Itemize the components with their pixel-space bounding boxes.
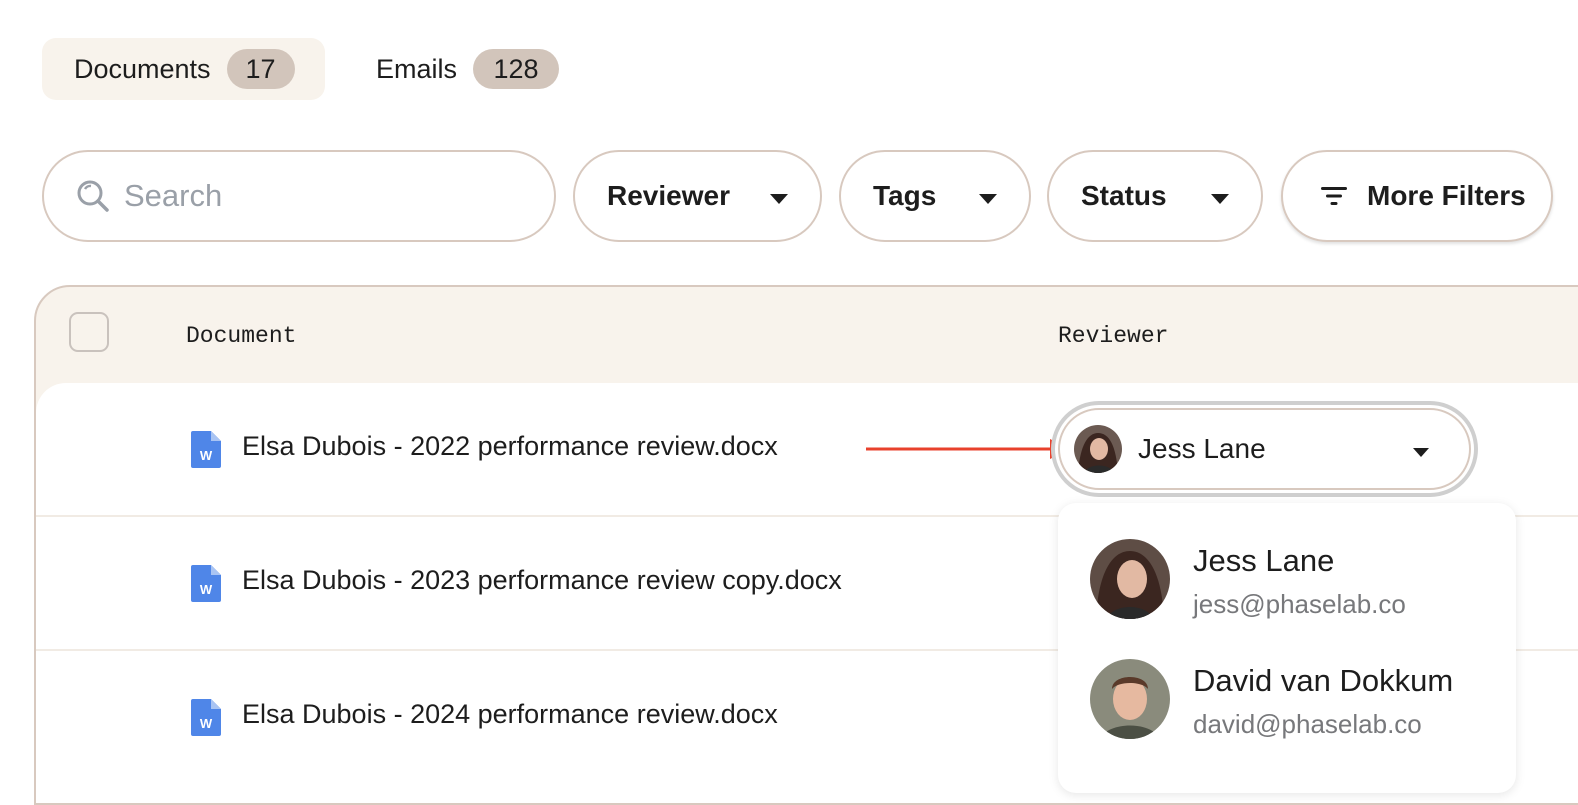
selected-reviewer-name: Jess Lane [1138, 433, 1266, 464]
chevron-down-icon [1413, 448, 1429, 457]
search-placeholder: Search [124, 178, 223, 213]
reviewer-dropdown-menu: Jess Lane jess@phaselab.co David van Dok… [1058, 503, 1516, 793]
svg-text:W: W [200, 716, 213, 731]
tab-emails-label: Emails [376, 53, 458, 84]
document-name[interactable]: Elsa Dubois - 2024 performance review.do… [242, 699, 778, 730]
avatar [1090, 659, 1170, 739]
annotation-arrow [866, 439, 1070, 459]
avatar [1074, 425, 1122, 473]
tab-emails-count: 128 [473, 49, 560, 89]
chevron-down-icon [1211, 194, 1229, 204]
table-header: Document Reviewer [36, 287, 1578, 383]
chevron-down-icon [770, 194, 788, 204]
reviewer-option-name: David van Dokkum [1193, 663, 1454, 698]
filter-icon [1321, 187, 1347, 205]
reviewer-select-field[interactable]: Jess Lane [1058, 408, 1471, 490]
more-filters-label: More Filters [1367, 180, 1526, 211]
tags-filter-button[interactable]: Tags [839, 150, 1031, 242]
status-filter-button[interactable]: Status [1047, 150, 1263, 242]
reviewer-select[interactable]: Jess Lane [1051, 401, 1478, 497]
search-icon [77, 180, 109, 212]
document-name[interactable]: Elsa Dubois - 2023 performance review co… [242, 565, 842, 596]
search-input[interactable]: Search [42, 150, 556, 242]
reviewer-option[interactable]: Jess Lane jess@phaselab.co [1058, 537, 1516, 657]
word-doc-icon: W [191, 431, 221, 468]
reviewer-option-email: david@phaselab.co [1193, 709, 1422, 739]
tab-emails[interactable]: Emails 128 [343, 38, 583, 100]
reviewer-filter-button[interactable]: Reviewer [573, 150, 822, 242]
reviewer-filter-label: Reviewer [607, 180, 730, 211]
select-all-checkbox[interactable] [69, 312, 109, 352]
tab-documents[interactable]: Documents 17 [42, 38, 325, 100]
word-doc-icon: W [191, 565, 221, 602]
reviewer-option-email: jess@phaselab.co [1193, 589, 1406, 619]
word-doc-icon: W [191, 699, 221, 736]
status-filter-label: Status [1081, 180, 1167, 211]
more-filters-button[interactable]: More Filters [1281, 150, 1553, 242]
avatar [1090, 539, 1170, 619]
reviewer-option-name: Jess Lane [1193, 543, 1335, 578]
tags-filter-label: Tags [873, 180, 937, 211]
chevron-down-icon [979, 194, 997, 204]
svg-text:W: W [200, 448, 213, 463]
tab-documents-label: Documents [74, 53, 211, 84]
column-header-document[interactable]: Document [186, 323, 296, 349]
document-name[interactable]: Elsa Dubois - 2022 performance review.do… [242, 431, 778, 462]
reviewer-option[interactable]: David van Dokkum david@phaselab.co [1058, 657, 1516, 777]
tab-documents-count: 17 [226, 49, 295, 89]
svg-text:W: W [200, 582, 213, 597]
column-header-reviewer[interactable]: Reviewer [1058, 323, 1168, 349]
